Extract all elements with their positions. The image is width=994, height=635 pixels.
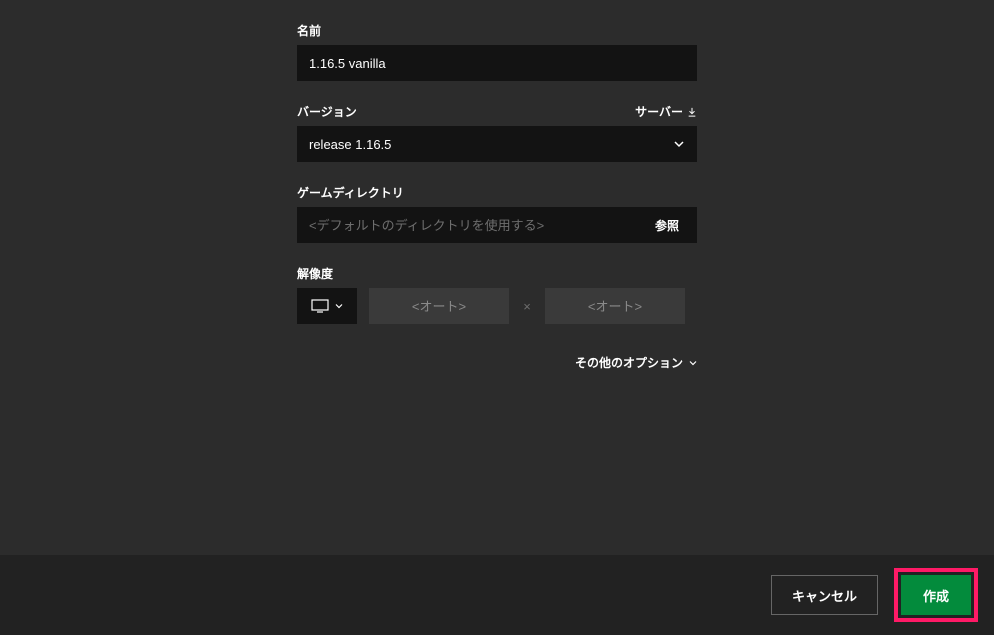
version-field-group: バージョン サーバー release 1.16.5 (297, 103, 697, 162)
browse-button[interactable]: 参照 (637, 207, 697, 243)
name-label: 名前 (297, 22, 321, 39)
chevron-down-icon (673, 138, 685, 150)
directory-input[interactable] (297, 207, 637, 243)
monitor-icon (311, 299, 329, 313)
monitor-select[interactable] (297, 288, 357, 324)
other-options-label: その他のオプション (575, 354, 683, 371)
name-input[interactable] (297, 45, 697, 81)
server-download-link[interactable]: サーバー (635, 103, 697, 120)
directory-label: ゲームディレクトリ (297, 184, 404, 201)
version-label: バージョン (297, 103, 357, 120)
version-select[interactable]: release 1.16.5 (297, 126, 697, 162)
cancel-button[interactable]: キャンセル (771, 575, 878, 615)
chevron-down-icon (335, 302, 343, 310)
resolution-label: 解像度 (297, 265, 333, 282)
footer-bar: キャンセル 作成 (0, 555, 994, 635)
create-button-highlight: 作成 (894, 568, 978, 622)
directory-field-group: ゲームディレクトリ 参照 (297, 184, 697, 243)
resolution-separator: × (521, 299, 533, 314)
version-selected-value: release 1.16.5 (309, 137, 391, 152)
resolution-field-group: 解像度 × (297, 265, 697, 324)
create-button[interactable]: 作成 (901, 575, 971, 615)
download-icon (687, 107, 697, 117)
chevron-down-icon (689, 359, 697, 367)
server-link-label: サーバー (635, 103, 683, 120)
installation-form: 名前 バージョン サーバー release 1.16.5 ゲームディレクトリ 参… (297, 0, 697, 371)
resolution-width-input[interactable] (369, 288, 509, 324)
other-options-toggle[interactable]: その他のオプション (575, 354, 697, 371)
name-field-group: 名前 (297, 22, 697, 81)
resolution-height-input[interactable] (545, 288, 685, 324)
